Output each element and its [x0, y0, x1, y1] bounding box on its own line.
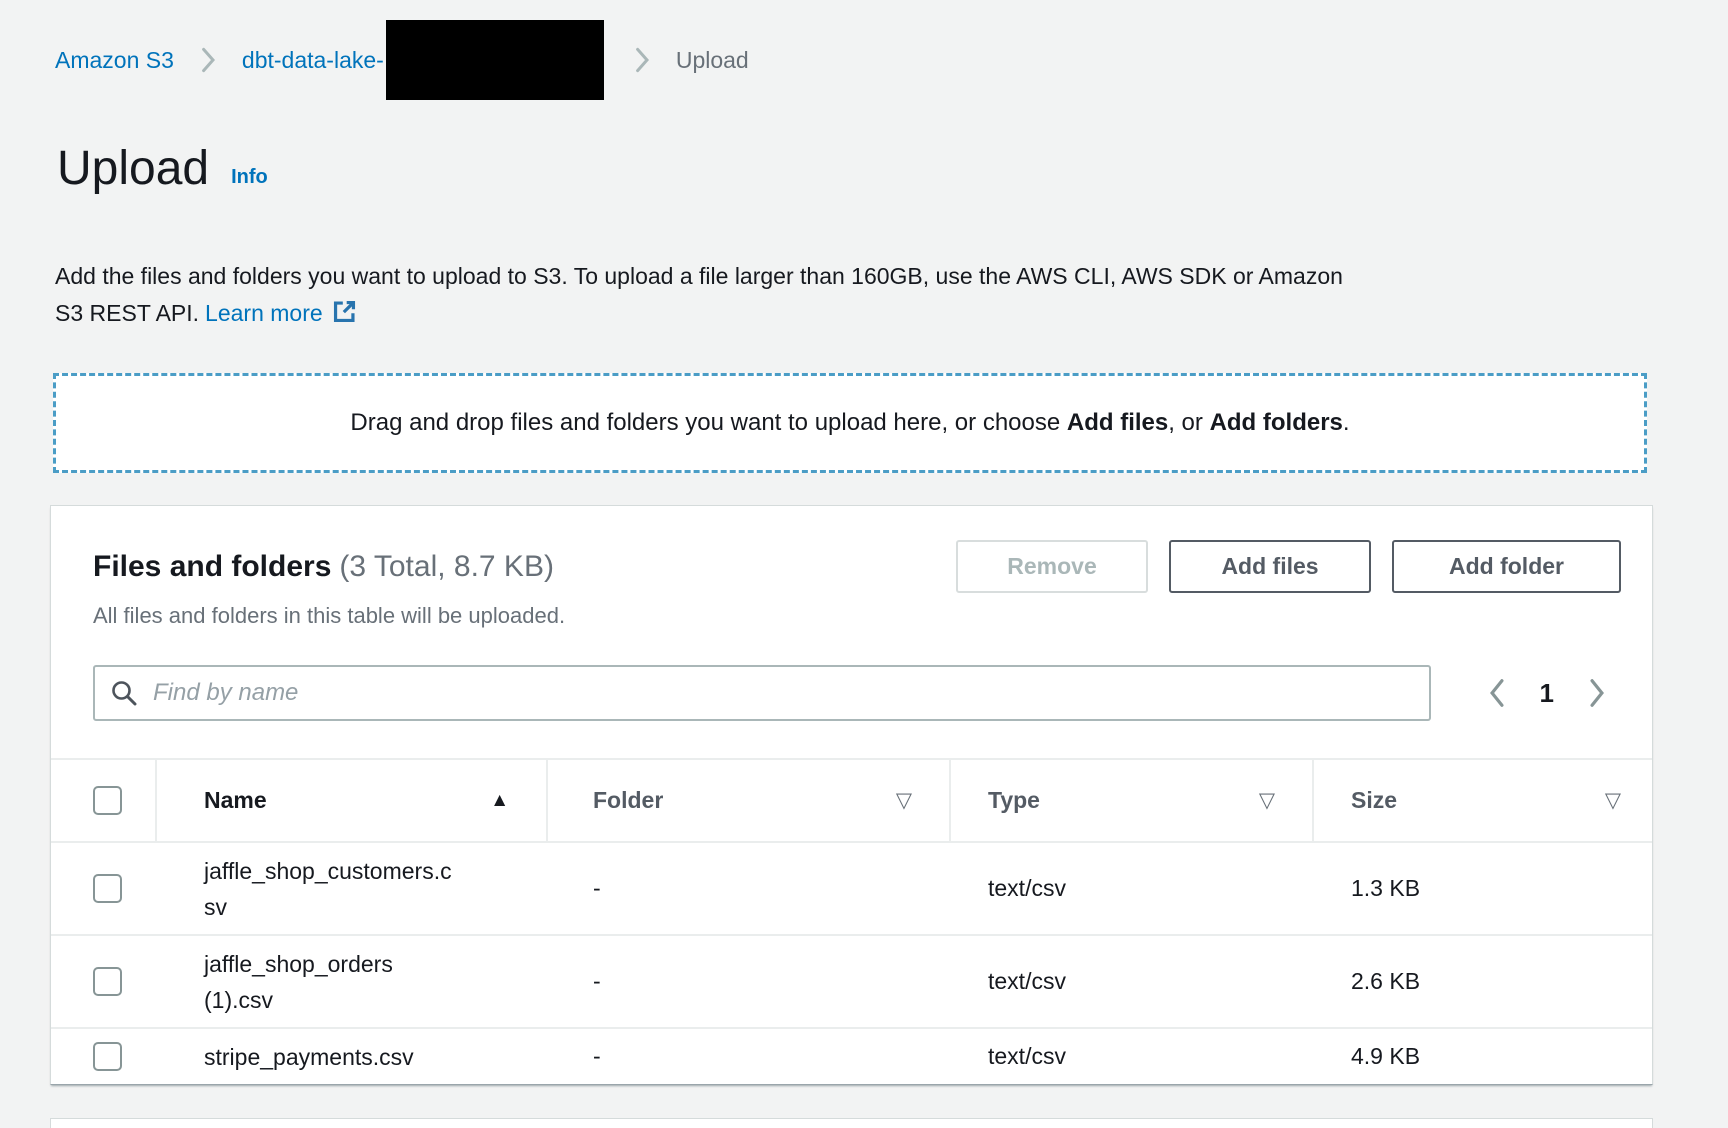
- remove-button[interactable]: Remove: [956, 540, 1148, 593]
- row-checkbox[interactable]: [93, 967, 122, 996]
- file-type: text/csv: [951, 875, 1314, 902]
- file-type: text/csv: [951, 968, 1314, 995]
- dropzone[interactable]: Drag and drop files and folders you want…: [53, 373, 1647, 473]
- file-name: stripe_payments.csv: [204, 1039, 460, 1075]
- table-row[interactable]: jaffle_shop_customers.csv - text/csv 1.3…: [51, 841, 1652, 934]
- table-header: Name ▲ Folder ▽ Type ▽ Size ▽: [51, 758, 1652, 841]
- column-header-folder[interactable]: Folder ▽: [548, 760, 951, 841]
- search-input[interactable]: [93, 665, 1431, 721]
- filter-icon[interactable]: ▽: [1259, 788, 1275, 813]
- page-description: Add the files and folders you want to up…: [55, 258, 1675, 336]
- external-link-icon: [331, 298, 358, 336]
- row-checkbox[interactable]: [93, 874, 122, 903]
- next-page-button[interactable]: [1587, 677, 1607, 709]
- current-page-number[interactable]: 1: [1540, 678, 1554, 709]
- filter-icon[interactable]: ▽: [1605, 788, 1621, 813]
- file-folder: -: [548, 968, 951, 995]
- file-name: jaffle_shop_orders (1).csv: [204, 946, 460, 1018]
- table-body: jaffle_shop_customers.csv - text/csv 1.3…: [51, 841, 1652, 1084]
- column-header-size[interactable]: Size ▽: [1314, 760, 1654, 841]
- add-files-button[interactable]: Add files: [1169, 540, 1371, 593]
- page-title: Upload: [57, 140, 209, 198]
- select-all-checkbox[interactable]: [93, 786, 122, 815]
- breadcrumb-bucket-link[interactable]: dbt-data-lake-: [242, 47, 384, 74]
- select-all-cell: [51, 760, 157, 841]
- search-icon: [110, 679, 138, 712]
- filter-icon[interactable]: ▽: [896, 788, 912, 813]
- breadcrumb: Amazon S3 dbt-data-lake- Upload: [55, 20, 749, 100]
- column-header-name[interactable]: Name ▲: [157, 760, 548, 841]
- search-box: [93, 665, 1431, 721]
- description-line1: Add the files and folders you want to up…: [55, 263, 1343, 289]
- table-row[interactable]: stripe_payments.csv - text/csv 4.9 KB: [51, 1027, 1652, 1084]
- file-folder: -: [548, 875, 951, 902]
- file-size: 2.6 KB: [1314, 968, 1654, 995]
- file-name: jaffle_shop_customers.csv: [204, 853, 460, 925]
- page-header: Upload Info: [57, 140, 268, 198]
- next-panel-top-edge: [50, 1118, 1653, 1128]
- file-size: 1.3 KB: [1314, 875, 1654, 902]
- files-panel: Files and folders(3 Total, 8.7 KB) Remov…: [50, 505, 1653, 1085]
- file-type: text/csv: [951, 1043, 1314, 1070]
- panel-actions: Remove Add files Add folder: [956, 540, 1621, 593]
- chevron-right-icon: [634, 45, 650, 75]
- breadcrumb-current-page: Upload: [676, 47, 749, 74]
- files-table: Name ▲ Folder ▽ Type ▽ Size ▽ jaffle_sho…: [51, 758, 1652, 1084]
- panel-subtitle: All files and folders in this table will…: [93, 601, 1621, 631]
- previous-page-button[interactable]: [1487, 677, 1507, 709]
- add-folder-button[interactable]: Add folder: [1392, 540, 1621, 593]
- dropzone-text: Drag and drop files and folders you want…: [350, 409, 1349, 437]
- table-row[interactable]: jaffle_shop_orders (1).csv - text/csv 2.…: [51, 934, 1652, 1027]
- learn-more-link[interactable]: Learn more: [205, 300, 358, 326]
- file-folder: -: [548, 1043, 951, 1070]
- row-checkbox[interactable]: [93, 1042, 122, 1071]
- file-size: 4.9 KB: [1314, 1043, 1654, 1070]
- s3-upload-page: Amazon S3 dbt-data-lake- Upload Upload I…: [0, 0, 1728, 1128]
- breadcrumb-amazon-s3[interactable]: Amazon S3: [55, 47, 174, 74]
- info-link[interactable]: Info: [231, 166, 268, 198]
- redacted-bucket-name: [386, 20, 604, 100]
- column-header-type[interactable]: Type ▽: [951, 760, 1314, 841]
- panel-counter: (3 Total, 8.7 KB): [339, 550, 554, 583]
- pagination: 1: [1487, 677, 1621, 709]
- description-line2: S3 REST API.: [55, 300, 199, 326]
- chevron-right-icon: [200, 45, 216, 75]
- panel-title: Files and folders(3 Total, 8.7 KB): [93, 540, 554, 593]
- sort-ascending-icon[interactable]: ▲: [490, 790, 509, 812]
